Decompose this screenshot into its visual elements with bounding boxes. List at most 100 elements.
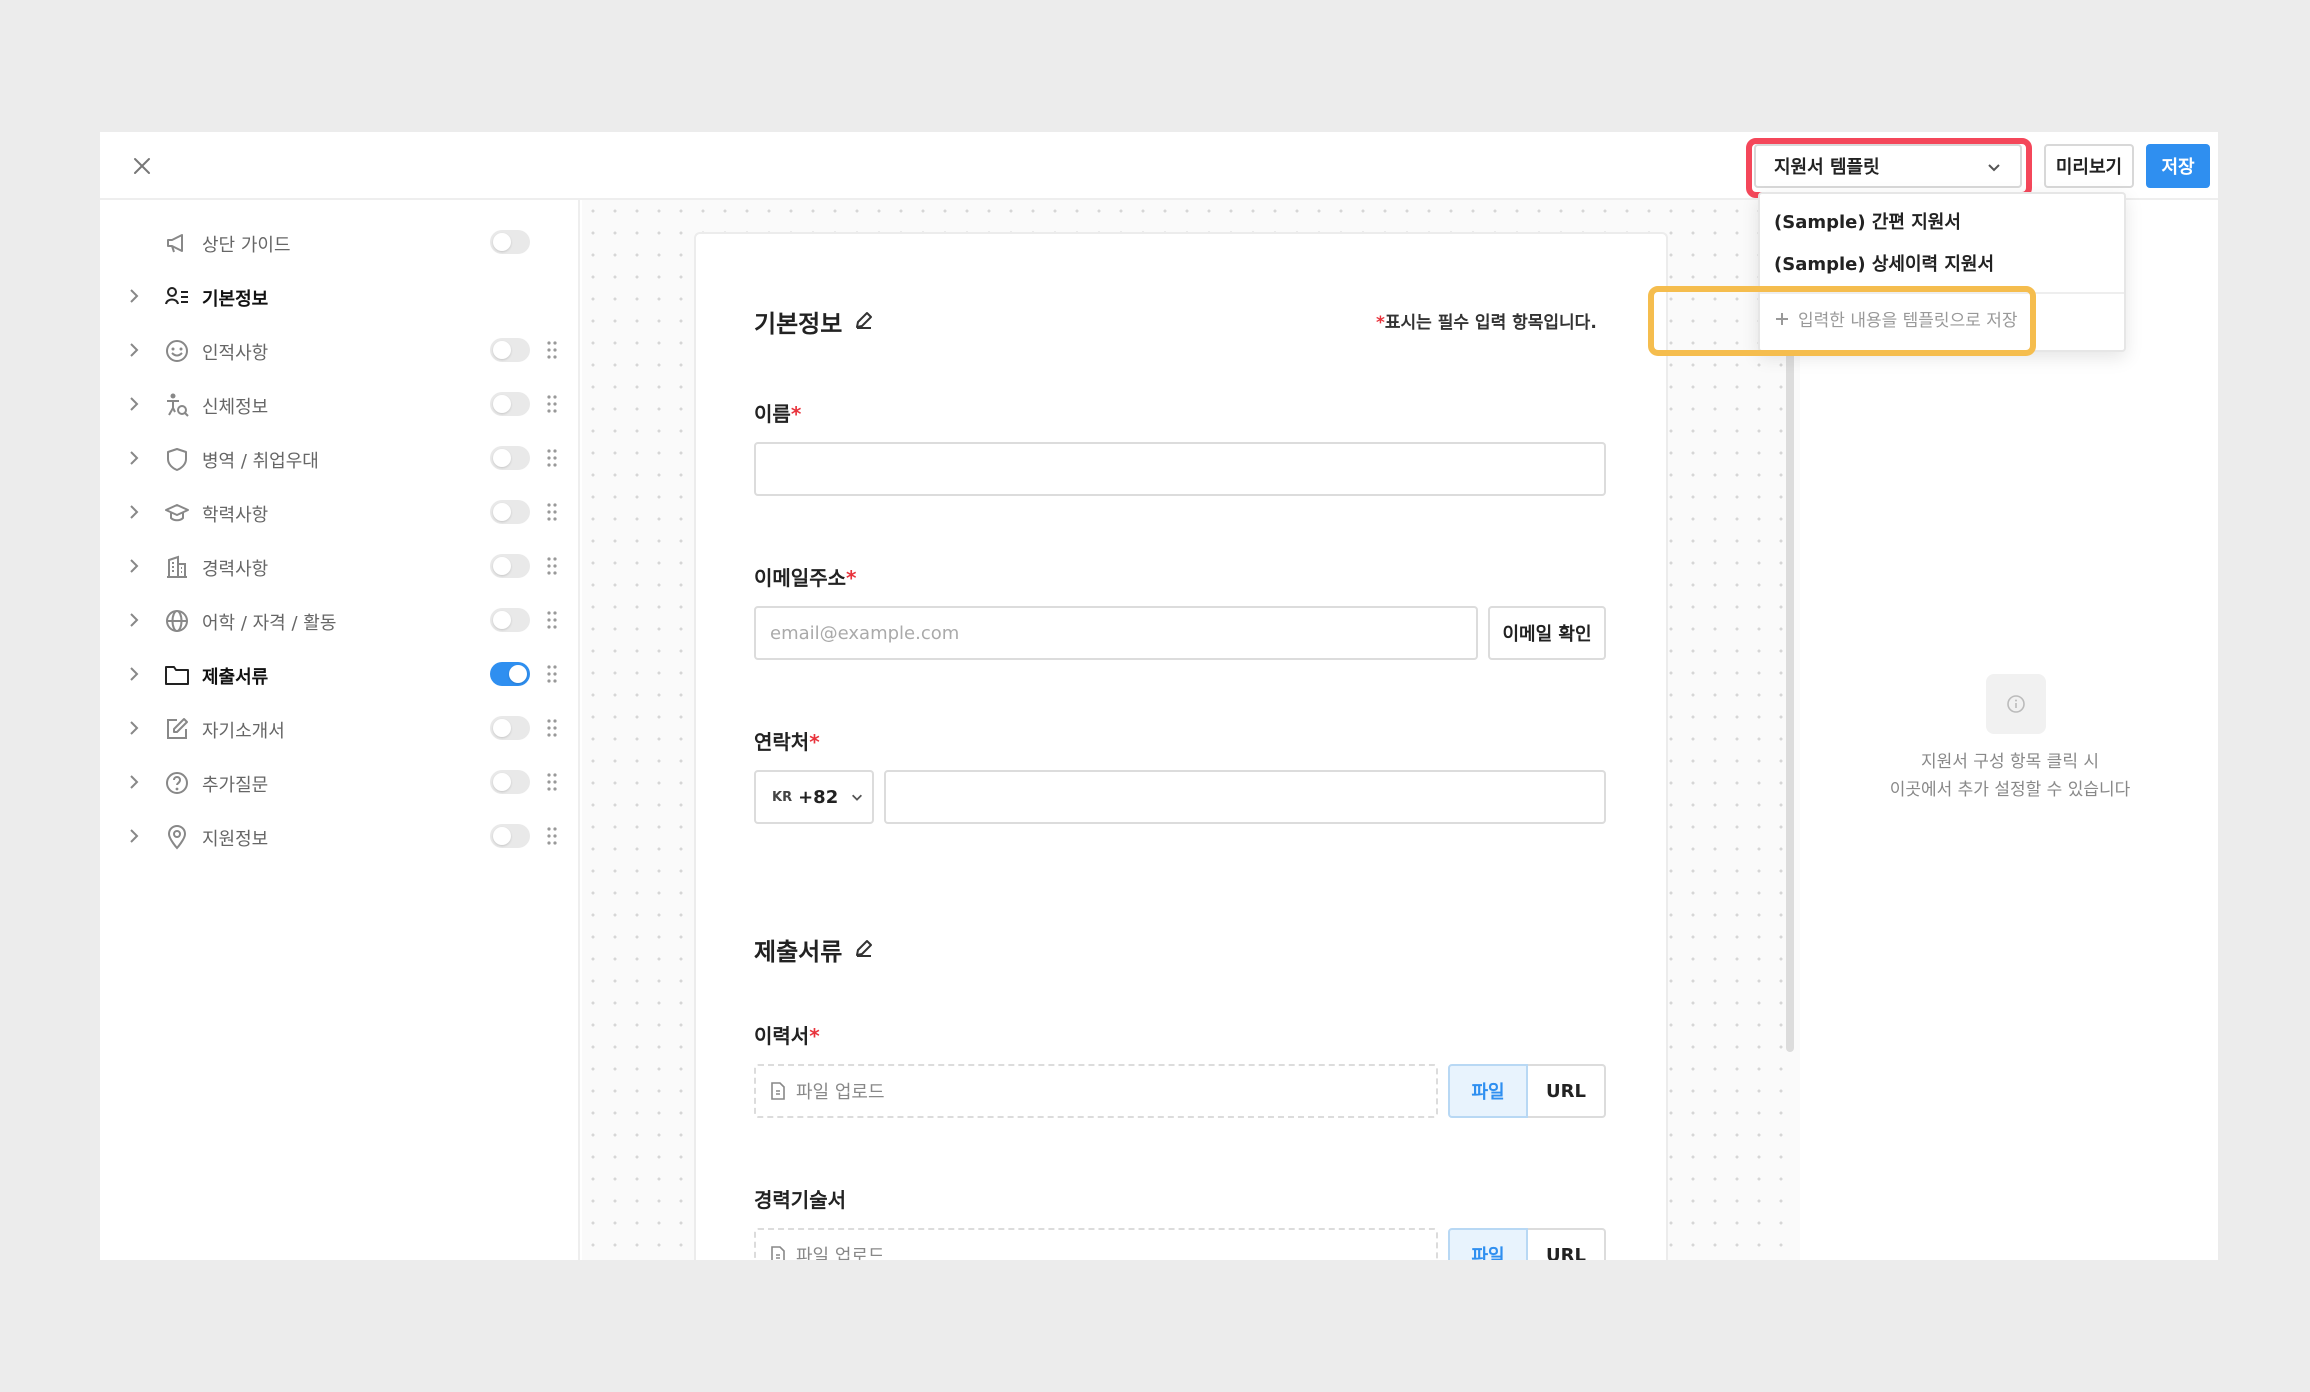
graduation-cap-icon <box>165 504 189 522</box>
drag-handle-icon[interactable] <box>546 447 558 469</box>
info-icon-box <box>1986 674 2046 734</box>
basic-info-title: 기본정보 <box>754 310 843 338</box>
sidebar-item-body[interactable]: 신체정보 <box>100 384 580 424</box>
sidebar-item-language[interactable]: 어학 / 자격 / 활동 <box>100 600 580 640</box>
chevron-right-icon <box>130 829 139 843</box>
toggle-switch[interactable] <box>490 338 530 362</box>
question-icon <box>166 772 188 794</box>
close-icon <box>134 158 150 174</box>
drag-handle-icon[interactable] <box>546 663 558 685</box>
sidebar-item-label: 병역 / 취업우대 <box>202 451 319 472</box>
sidebar-item-basic-info[interactable]: 기본정보 <box>100 276 580 316</box>
chevron-right-icon <box>130 451 139 465</box>
app-window: 지원서 템플릿 미리보기 저장 상단 가이드 기본정보 인적사항 신체정보 병역… <box>100 132 2218 1260</box>
body-search-icon <box>167 393 189 417</box>
sidebar-item-label: 지원정보 <box>202 829 269 850</box>
save-button[interactable]: 저장 <box>2146 144 2210 188</box>
sidebar-item-documents[interactable]: 제출서류 <box>100 654 580 694</box>
career-doc-upload[interactable]: 파일 업로드 <box>754 1228 1438 1260</box>
country-flag: KR <box>772 789 793 805</box>
career-doc-label: 경력기술서 <box>754 1188 846 1212</box>
drag-handle-icon[interactable] <box>546 609 558 631</box>
country-code-select[interactable]: KR +82 <box>754 770 874 824</box>
file-tab[interactable]: 파일 <box>1448 1228 1528 1260</box>
toggle-switch[interactable] <box>490 446 530 470</box>
sidebar-item-application-info[interactable]: 지원정보 <box>100 816 580 856</box>
sidebar-item-extra-questions[interactable]: 추가질문 <box>100 762 580 802</box>
country-code: +82 <box>798 786 839 808</box>
toggle-switch[interactable] <box>490 770 530 794</box>
drag-handle-icon[interactable] <box>546 501 558 523</box>
pencil-icon[interactable] <box>854 938 874 958</box>
sidebar: 상단 가이드 기본정보 인적사항 신체정보 병역 / 취업우대 학력사항 경력사… <box>100 200 580 1260</box>
dropdown-item-simple-sample[interactable]: (Sample) 간편 지원서 <box>1774 208 1961 234</box>
toggle-switch[interactable] <box>490 716 530 740</box>
sidebar-item-label: 경력사항 <box>202 559 269 580</box>
sidebar-item-personal[interactable]: 인적사항 <box>100 330 580 370</box>
toggle-switch[interactable] <box>490 230 530 254</box>
sidebar-item-military[interactable]: 병역 / 취업우대 <box>100 438 580 478</box>
location-pin-icon <box>167 824 187 850</box>
sidebar-item-label: 제출서류 <box>202 667 269 688</box>
save-as-template-label: 입력한 내용을 템플릿으로 저장 <box>1798 311 2018 331</box>
sidebar-item-label: 학력사항 <box>202 505 269 526</box>
canvas-scrollbar[interactable] <box>1786 352 1794 1052</box>
smile-icon <box>166 340 188 362</box>
template-select-value: 지원서 템플릿 <box>1774 157 1880 178</box>
sidebar-item-education[interactable]: 학력사항 <box>100 492 580 532</box>
chevron-right-icon <box>130 775 139 789</box>
dropdown-item-detailed-sample[interactable]: (Sample) 상세이력 지원서 <box>1774 250 1994 276</box>
toggle-switch[interactable] <box>490 392 530 416</box>
chevron-right-icon <box>130 613 139 627</box>
drag-handle-icon[interactable] <box>546 771 558 793</box>
close-button[interactable] <box>124 148 160 184</box>
chevron-right-icon <box>130 289 139 303</box>
sidebar-item-label: 기본정보 <box>202 289 269 310</box>
sidebar-item-label: 어학 / 자격 / 활동 <box>202 613 337 634</box>
info-icon <box>2007 695 2025 713</box>
upload-placeholder: 파일 업로드 <box>796 1082 885 1103</box>
save-as-template-button[interactable]: 입력한 내용을 템플릿으로 저장 <box>1774 306 2018 331</box>
toggle-switch[interactable] <box>490 608 530 632</box>
template-select[interactable]: 지원서 템플릿 <box>1754 144 2022 188</box>
toggle-switch[interactable] <box>490 500 530 524</box>
building-icon <box>167 555 187 578</box>
email-input[interactable]: email@example.com <box>754 606 1478 660</box>
sidebar-item-career[interactable]: 경력사항 <box>100 546 580 586</box>
toggle-switch[interactable] <box>490 662 530 686</box>
folder-icon <box>165 666 189 685</box>
sidebar-item-label: 인적사항 <box>202 343 269 364</box>
globe-icon <box>166 610 188 632</box>
chevron-right-icon <box>130 721 139 735</box>
email-verify-button[interactable]: 이메일 확인 <box>1488 606 1606 660</box>
plus-icon <box>1776 312 1788 325</box>
drag-handle-icon[interactable] <box>546 717 558 739</box>
drag-handle-icon[interactable] <box>546 339 558 361</box>
name-input[interactable] <box>754 442 1606 496</box>
sidebar-item-cover-letter[interactable]: 자기소개서 <box>100 708 580 748</box>
resume-upload[interactable]: 파일 업로드 <box>754 1064 1438 1118</box>
dropdown-divider <box>1760 292 2124 294</box>
chevron-right-icon <box>130 343 139 357</box>
file-tab[interactable]: 파일 <box>1448 1064 1528 1118</box>
pencil-icon[interactable] <box>854 310 874 330</box>
upload-placeholder: 파일 업로드 <box>796 1246 885 1260</box>
drag-handle-icon[interactable] <box>546 393 558 415</box>
chevron-right-icon <box>130 559 139 573</box>
file-icon <box>771 1082 785 1100</box>
chevron-right-icon <box>130 667 139 681</box>
sidebar-item-label: 추가질문 <box>202 775 269 796</box>
template-dropdown-menu: (Sample) 간편 지원서 (Sample) 상세이력 지원서 입력한 내용… <box>1758 192 2126 352</box>
toggle-switch[interactable] <box>490 824 530 848</box>
drag-handle-icon[interactable] <box>546 825 558 847</box>
chevron-down-icon <box>1988 164 2000 172</box>
url-tab[interactable]: URL <box>1528 1064 1606 1118</box>
url-tab[interactable]: URL <box>1528 1228 1606 1260</box>
resume-source-toggle: 파일 URL <box>1448 1064 1606 1118</box>
phone-input[interactable] <box>884 770 1606 824</box>
sidebar-item-label: 자기소개서 <box>202 721 285 742</box>
toggle-switch[interactable] <box>490 554 530 578</box>
sidebar-item-top-guide[interactable]: 상단 가이드 <box>100 222 580 262</box>
drag-handle-icon[interactable] <box>546 555 558 577</box>
preview-button[interactable]: 미리보기 <box>2044 144 2134 188</box>
